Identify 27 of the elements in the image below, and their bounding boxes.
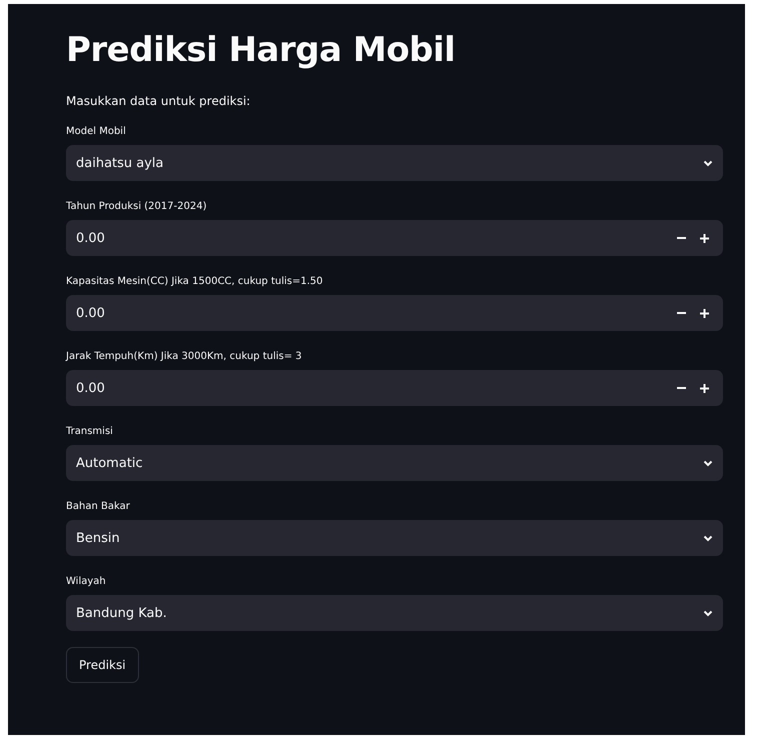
- plus-icon: [700, 308, 709, 318]
- predict-button[interactable]: Prediksi: [66, 647, 139, 683]
- number-input-field[interactable]: 0.00: [66, 220, 723, 256]
- field-label: Transmisi: [66, 426, 113, 437]
- chevron-down-icon: [703, 534, 713, 542]
- minus-icon: [677, 387, 686, 389]
- field-label: Wilayah: [66, 576, 106, 587]
- page-title: Prediksi Harga Mobil: [66, 29, 456, 72]
- minus-icon: [677, 312, 686, 314]
- plus-icon: [700, 234, 709, 242]
- dropdown-field[interactable]: daihatsu ayla: [66, 145, 723, 181]
- field-label: Jarak Tempuh(Km) Jika 3000Km, cukup tulis= 3: [66, 351, 302, 362]
- chevron-down-icon: [703, 460, 713, 466]
- instruction-text: Masukkan data untuk prediksi:: [66, 94, 250, 108]
- chevron-down-icon: [703, 160, 713, 166]
- minus-icon: [677, 237, 686, 239]
- chevron-down-icon: [703, 610, 713, 616]
- dropdown-field[interactable]: Bandung Kab.: [66, 595, 723, 631]
- number-input-field[interactable]: 0.00: [66, 370, 723, 406]
- dropdown-field[interactable]: Bensin: [66, 520, 723, 556]
- plus-icon: [700, 384, 709, 392]
- field-label: Tahun Produksi (2017-2024): [66, 201, 207, 212]
- number-input-field[interactable]: 0.00: [66, 295, 723, 331]
- field-label: Kapasitas Mesin(CC) Jika 1500CC, cukup tulis=1.50: [66, 276, 323, 287]
- field-label: Model Mobil: [66, 126, 126, 137]
- dropdown-field[interactable]: Automatic: [66, 445, 723, 481]
- field-label: Bahan Bakar: [66, 501, 130, 512]
